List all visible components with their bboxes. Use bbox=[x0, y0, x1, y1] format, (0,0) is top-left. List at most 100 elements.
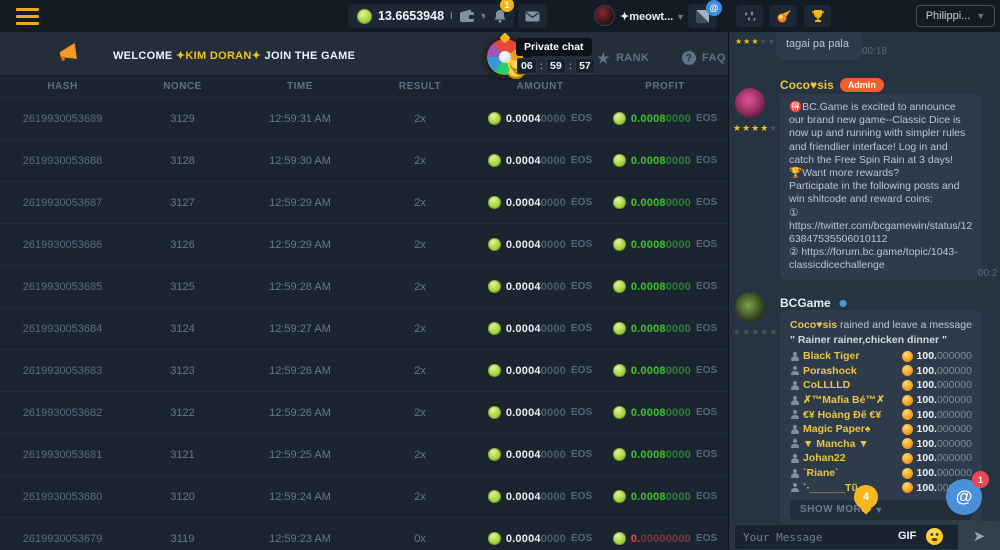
eos-coin-icon bbox=[488, 406, 501, 419]
rain-recipient-row: CoLLLLD 100.000000 bbox=[790, 378, 972, 393]
person-icon bbox=[790, 352, 799, 361]
trophy-icon bbox=[811, 9, 825, 23]
show-more-button[interactable]: SHOW MORE ▼ bbox=[790, 500, 972, 520]
bet-profit: 0.00080000 EOS bbox=[600, 448, 730, 461]
timer-minutes: 59 bbox=[546, 58, 566, 74]
welcome-suffix: JOIN THE GAME bbox=[261, 50, 355, 62]
bet-row[interactable]: 2619930053684 3124 12:59:27 AM 2x 0.0004… bbox=[0, 307, 730, 349]
bet-hash: 2619930053689 bbox=[0, 113, 125, 125]
send-icon: ➤ bbox=[973, 527, 986, 545]
bet-profit: 0.00000000 EOS bbox=[600, 532, 730, 545]
gif-button[interactable]: GIF bbox=[898, 530, 916, 542]
bet-amount: 0.00040000 EOS bbox=[480, 154, 600, 167]
region-label: Philippi... bbox=[926, 10, 971, 22]
recipient-name[interactable]: Magic Paper♠ bbox=[803, 423, 898, 435]
mention-notification-badge[interactable]: @ bbox=[706, 0, 722, 16]
coin-icon bbox=[902, 365, 913, 376]
message-timestamp: 00:18 bbox=[862, 46, 887, 57]
recipient-name[interactable]: Black Tiger bbox=[803, 350, 898, 362]
bet-nonce: 3127 bbox=[125, 197, 240, 209]
bet-row[interactable]: 2619930053687 3127 12:59:29 AM 2x 0.0004… bbox=[0, 181, 730, 223]
fireball-button[interactable] bbox=[770, 5, 797, 27]
chat-avatar[interactable] bbox=[735, 88, 765, 118]
bet-amount: 0.00040000 EOS bbox=[480, 112, 600, 125]
rank-link[interactable]: ★ RANK bbox=[597, 51, 649, 65]
rain-icon bbox=[743, 10, 757, 23]
currency-label: EOS bbox=[696, 491, 717, 502]
recipient-name[interactable]: `·______Tũ bbox=[803, 482, 898, 494]
rain-recipient-row: ✗™Mafia Bé™✗ 100.000000 bbox=[790, 393, 972, 408]
recipient-name[interactable]: `Riane` bbox=[803, 467, 898, 479]
bet-row[interactable]: 2619930053689 3129 12:59:31 AM 2x 0.0004… bbox=[0, 97, 730, 139]
notifications-button[interactable]: 1 bbox=[485, 4, 514, 28]
currency-label: EOS bbox=[571, 155, 592, 166]
header-time: TIME bbox=[240, 81, 360, 92]
chat-author-name[interactable]: Coco♥sis bbox=[780, 78, 834, 92]
bet-profit: 0.00080000 EOS bbox=[600, 196, 730, 209]
chevron-down-icon[interactable]: ▼ bbox=[676, 12, 685, 22]
bet-profit: 0.00080000 EOS bbox=[600, 490, 730, 503]
bet-row[interactable]: 2619930053683 3123 12:59:26 AM 2x 0.0004… bbox=[0, 349, 730, 391]
person-icon bbox=[790, 439, 799, 448]
recipient-name[interactable]: ✗™Mafia Bé™✗ bbox=[803, 394, 898, 406]
currency-label: EOS bbox=[696, 323, 717, 334]
person-icon bbox=[790, 425, 799, 434]
rain-recipient-row: €¥ Hoàng Đế €¥ 100.000000 bbox=[790, 407, 972, 422]
bet-hash: 2619930053686 bbox=[0, 239, 125, 251]
rain-button[interactable] bbox=[736, 5, 763, 27]
rain-recipient-list: Black Tiger 100.000000 Porashock 100.000… bbox=[790, 349, 972, 495]
chat-avatar[interactable] bbox=[735, 292, 765, 322]
bet-hash: 2619930053680 bbox=[0, 491, 125, 503]
bet-row[interactable]: 2619930053679 3119 12:59:23 AM 0x 0.0004… bbox=[0, 517, 730, 550]
trophy-button[interactable] bbox=[804, 5, 831, 27]
faq-link[interactable]: ? FAQ bbox=[682, 51, 726, 65]
currency-label: EOS bbox=[696, 197, 717, 208]
bet-result: 2x bbox=[360, 113, 480, 125]
bet-row[interactable]: 2619930053681 3121 12:59:25 AM 2x 0.0004… bbox=[0, 433, 730, 475]
bet-row[interactable]: 2619930053682 3122 12:59:26 AM 2x 0.0004… bbox=[0, 391, 730, 433]
recipient-name[interactable]: Porashock bbox=[803, 365, 898, 377]
bet-row[interactable]: 2619930053685 3125 12:59:28 AM 2x 0.0004… bbox=[0, 265, 730, 307]
wallet-button[interactable] bbox=[452, 4, 481, 28]
bet-nonce: 3119 bbox=[125, 533, 240, 545]
chat-author-row: Coco♥sis Admin bbox=[780, 78, 884, 92]
user-rating-stars: ★★★★★ bbox=[735, 38, 776, 46]
stars-dim: ★★ bbox=[760, 37, 776, 46]
bet-row[interactable]: 2619930053688 3128 12:59:30 AM 2x 0.0004… bbox=[0, 139, 730, 181]
welcome-message: WELCOME ✦KIM DORAN✦ JOIN THE GAME bbox=[113, 49, 355, 62]
menu-hamburger-icon[interactable] bbox=[16, 8, 39, 25]
welcome-prefix: WELCOME bbox=[113, 50, 176, 62]
bet-nonce: 3120 bbox=[125, 491, 240, 503]
eos-coin-icon bbox=[488, 238, 501, 251]
unread-messages-badge[interactable]: 4 bbox=[854, 485, 878, 509]
region-selector[interactable]: Philippi... ▼ bbox=[916, 5, 995, 27]
coin-icon bbox=[902, 424, 913, 435]
bet-result: 2x bbox=[360, 407, 480, 419]
eos-coin-icon bbox=[488, 196, 501, 209]
coin-icon bbox=[902, 453, 913, 464]
bet-row[interactable]: 2619930053686 3126 12:59:29 AM 2x 0.0004… bbox=[0, 223, 730, 265]
recipient-name[interactable]: CoLLLLD bbox=[803, 379, 898, 391]
eos-coin-icon bbox=[488, 448, 501, 461]
eos-coin-icon bbox=[357, 9, 372, 24]
recipient-name[interactable]: Johan22 bbox=[803, 452, 898, 464]
bet-result: 2x bbox=[360, 491, 480, 503]
eos-coin-icon bbox=[613, 154, 626, 167]
bets-table-header: HASH NONCE TIME RESULT AMOUNT PROFIT bbox=[0, 76, 730, 97]
emoji-picker-icon[interactable] bbox=[926, 528, 943, 545]
bet-row[interactable]: 2619930053680 3120 12:59:24 AM 2x 0.0004… bbox=[0, 475, 730, 517]
chat-author-name[interactable]: BCGame bbox=[780, 296, 831, 310]
user-name[interactable]: ✦meowt... bbox=[620, 10, 673, 23]
send-button[interactable]: ➤ bbox=[958, 521, 1000, 550]
eos-coin-icon bbox=[488, 490, 501, 503]
message-timestamp: 00:2 bbox=[978, 268, 997, 279]
user-avatar[interactable] bbox=[595, 6, 614, 25]
bet-nonce: 3123 bbox=[125, 365, 240, 377]
recipient-name[interactable]: €¥ Hoàng Đế €¥ bbox=[803, 409, 898, 421]
bet-time: 12:59:26 AM bbox=[240, 407, 360, 419]
header-hash: HASH bbox=[0, 81, 125, 92]
bet-result: 2x bbox=[360, 239, 480, 251]
currency-label: EOS bbox=[571, 491, 592, 502]
recipient-name[interactable]: ▼ Mancha ▼ bbox=[803, 438, 898, 450]
messages-button[interactable] bbox=[518, 4, 547, 28]
